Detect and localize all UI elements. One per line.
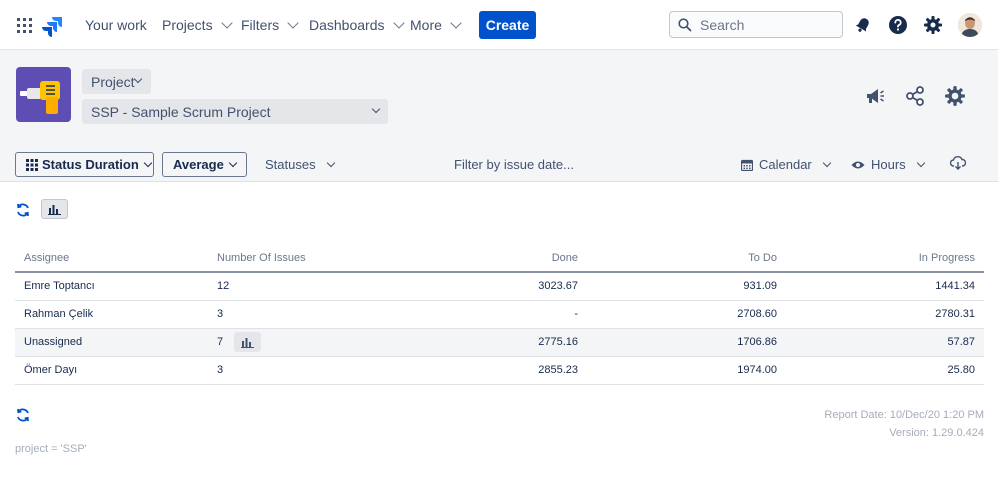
project-selected-value: SSP - Sample Scrum Project (91, 103, 271, 120)
nav-your-work[interactable]: Your work (85, 17, 147, 33)
cell-inprogress: 57.87 (786, 328, 984, 357)
statuses-label: Statuses (265, 157, 316, 172)
nav-your-work-label: Your work (85, 17, 147, 33)
nav-filters[interactable]: Filters (241, 17, 299, 33)
project-type-label: Project (91, 73, 135, 90)
eye-icon (851, 161, 865, 168)
column-header-assignee[interactable]: Assignee (15, 244, 208, 273)
nav-more[interactable]: More (410, 17, 462, 33)
project-select[interactable]: SSP - Sample Scrum Project (82, 99, 388, 124)
refresh-icon[interactable] (15, 202, 31, 218)
report-type-select[interactable]: Status Duration (15, 152, 154, 177)
nav-projects-label: Projects (162, 17, 213, 33)
cell-todo: 2708.60 (587, 300, 786, 329)
cell-done: 2855.23 (388, 356, 587, 385)
date-filter-input[interactable]: Filter by issue date... (454, 157, 574, 172)
project-type-select[interactable]: Project (82, 69, 151, 94)
cell-todo: 1706.86 (587, 328, 786, 357)
jira-logo-icon[interactable] (42, 15, 64, 37)
search-placeholder: Search (700, 16, 745, 33)
nav-more-label: More (410, 17, 442, 33)
cell-issues: 3 (208, 356, 388, 385)
date-filter-placeholder: Filter by issue date... (454, 157, 574, 172)
chevron-down-icon (220, 17, 233, 29)
cell-issues: 7 (217, 335, 224, 348)
calendar-select[interactable]: Calendar (741, 157, 832, 172)
announcement-icon[interactable] (863, 84, 887, 108)
column-header-issues[interactable]: Number Of Issues (208, 244, 388, 273)
unit-select[interactable]: Hours (851, 157, 925, 172)
user-avatar[interactable] (958, 13, 982, 37)
statuses-select[interactable]: Statuses (265, 157, 335, 172)
chevron-down-icon (228, 158, 238, 168)
cell-issues: 12 (208, 272, 388, 301)
cell-assignee: Unassigned (15, 328, 208, 357)
help-icon[interactable] (887, 14, 909, 36)
nav-dashboards-label: Dashboards (309, 17, 385, 33)
nav-projects[interactable]: Projects (162, 17, 233, 33)
cloud-download-icon[interactable] (950, 156, 966, 170)
chevron-down-icon (143, 158, 153, 168)
settings-icon[interactable] (943, 84, 967, 108)
report-date: Report Date: 10/Dec/20 1:20 PM (824, 409, 984, 421)
cell-done: - (388, 300, 587, 329)
cell-assignee: Emre Toptancı (15, 272, 208, 301)
aggregation-label: Average (173, 157, 224, 172)
chevron-down-icon (287, 17, 299, 29)
aggregation-select[interactable]: Average (162, 152, 247, 177)
chevron-down-icon (916, 158, 925, 168)
table-row[interactable]: Unassigned 7 2775.16 1706.86 57.87 (15, 328, 984, 357)
notifications-icon[interactable] (852, 14, 874, 36)
table-row[interactable]: Rahman Çelik 3 - 2708.60 2780.31 (15, 300, 984, 329)
settings-icon[interactable] (922, 14, 944, 36)
table-row[interactable]: Ömer Dayı 3 2855.23 1974.00 25.80 (15, 356, 984, 385)
cell-assignee: Rahman Çelik (15, 300, 208, 329)
chevron-down-icon (822, 158, 832, 168)
chevron-down-icon (371, 104, 381, 114)
table-row[interactable]: Emre Toptancı 12 3023.67 931.09 1441.34 (15, 272, 984, 301)
chevron-down-icon (326, 158, 335, 168)
project-avatar (16, 67, 71, 122)
column-header-inprogress[interactable]: In Progress (786, 244, 984, 273)
column-header-done[interactable]: Done (388, 244, 587, 273)
cell-done: 2775.16 (388, 328, 587, 357)
chevron-down-icon (133, 74, 143, 84)
status-duration-table: Assignee Number Of Issues Done To Do In … (15, 244, 984, 385)
chevron-down-icon (392, 17, 405, 29)
search-input[interactable]: Search (669, 11, 843, 38)
nav-dashboards[interactable]: Dashboards (309, 17, 405, 33)
create-button[interactable]: Create (479, 11, 536, 39)
cell-inprogress: 25.80 (786, 356, 984, 385)
apps-grid-icon[interactable] (17, 18, 32, 33)
cell-todo: 1974.00 (587, 356, 786, 385)
cell-inprogress: 1441.34 (786, 272, 984, 301)
bar-chart-icon (48, 204, 61, 215)
table-header-row: Assignee Number Of Issues Done To Do In … (15, 244, 984, 273)
cell-inprogress: 2780.31 (786, 300, 984, 329)
apps-grid-icon (26, 158, 38, 171)
cell-done: 3023.67 (388, 272, 587, 301)
cell-issues: 3 (208, 300, 388, 329)
search-icon (678, 17, 692, 31)
calendar-label: Calendar (759, 157, 812, 172)
cell-issues-with-chart: 7 (208, 328, 388, 357)
row-chart-button[interactable] (234, 332, 262, 352)
column-header-todo[interactable]: To Do (587, 244, 786, 273)
nav-filters-label: Filters (241, 17, 280, 33)
drill-icon (20, 81, 60, 114)
jql-query: project = 'SSP' (15, 443, 87, 455)
app-version: Version: 1.29.0.424 (889, 427, 984, 439)
cell-assignee: Ömer Dayı (15, 356, 208, 385)
report-type-label: Status Duration (42, 157, 139, 172)
bar-chart-icon (241, 337, 255, 348)
calendar-icon (741, 159, 753, 171)
unit-label: Hours (871, 157, 906, 172)
share-icon[interactable] (903, 84, 927, 108)
chevron-down-icon (450, 17, 462, 29)
refresh-icon[interactable] (15, 407, 31, 423)
chart-view-button[interactable] (41, 199, 68, 219)
cell-todo: 931.09 (587, 272, 786, 301)
top-navigation: Your work Projects Filters Dashboards Mo… (0, 0, 998, 50)
